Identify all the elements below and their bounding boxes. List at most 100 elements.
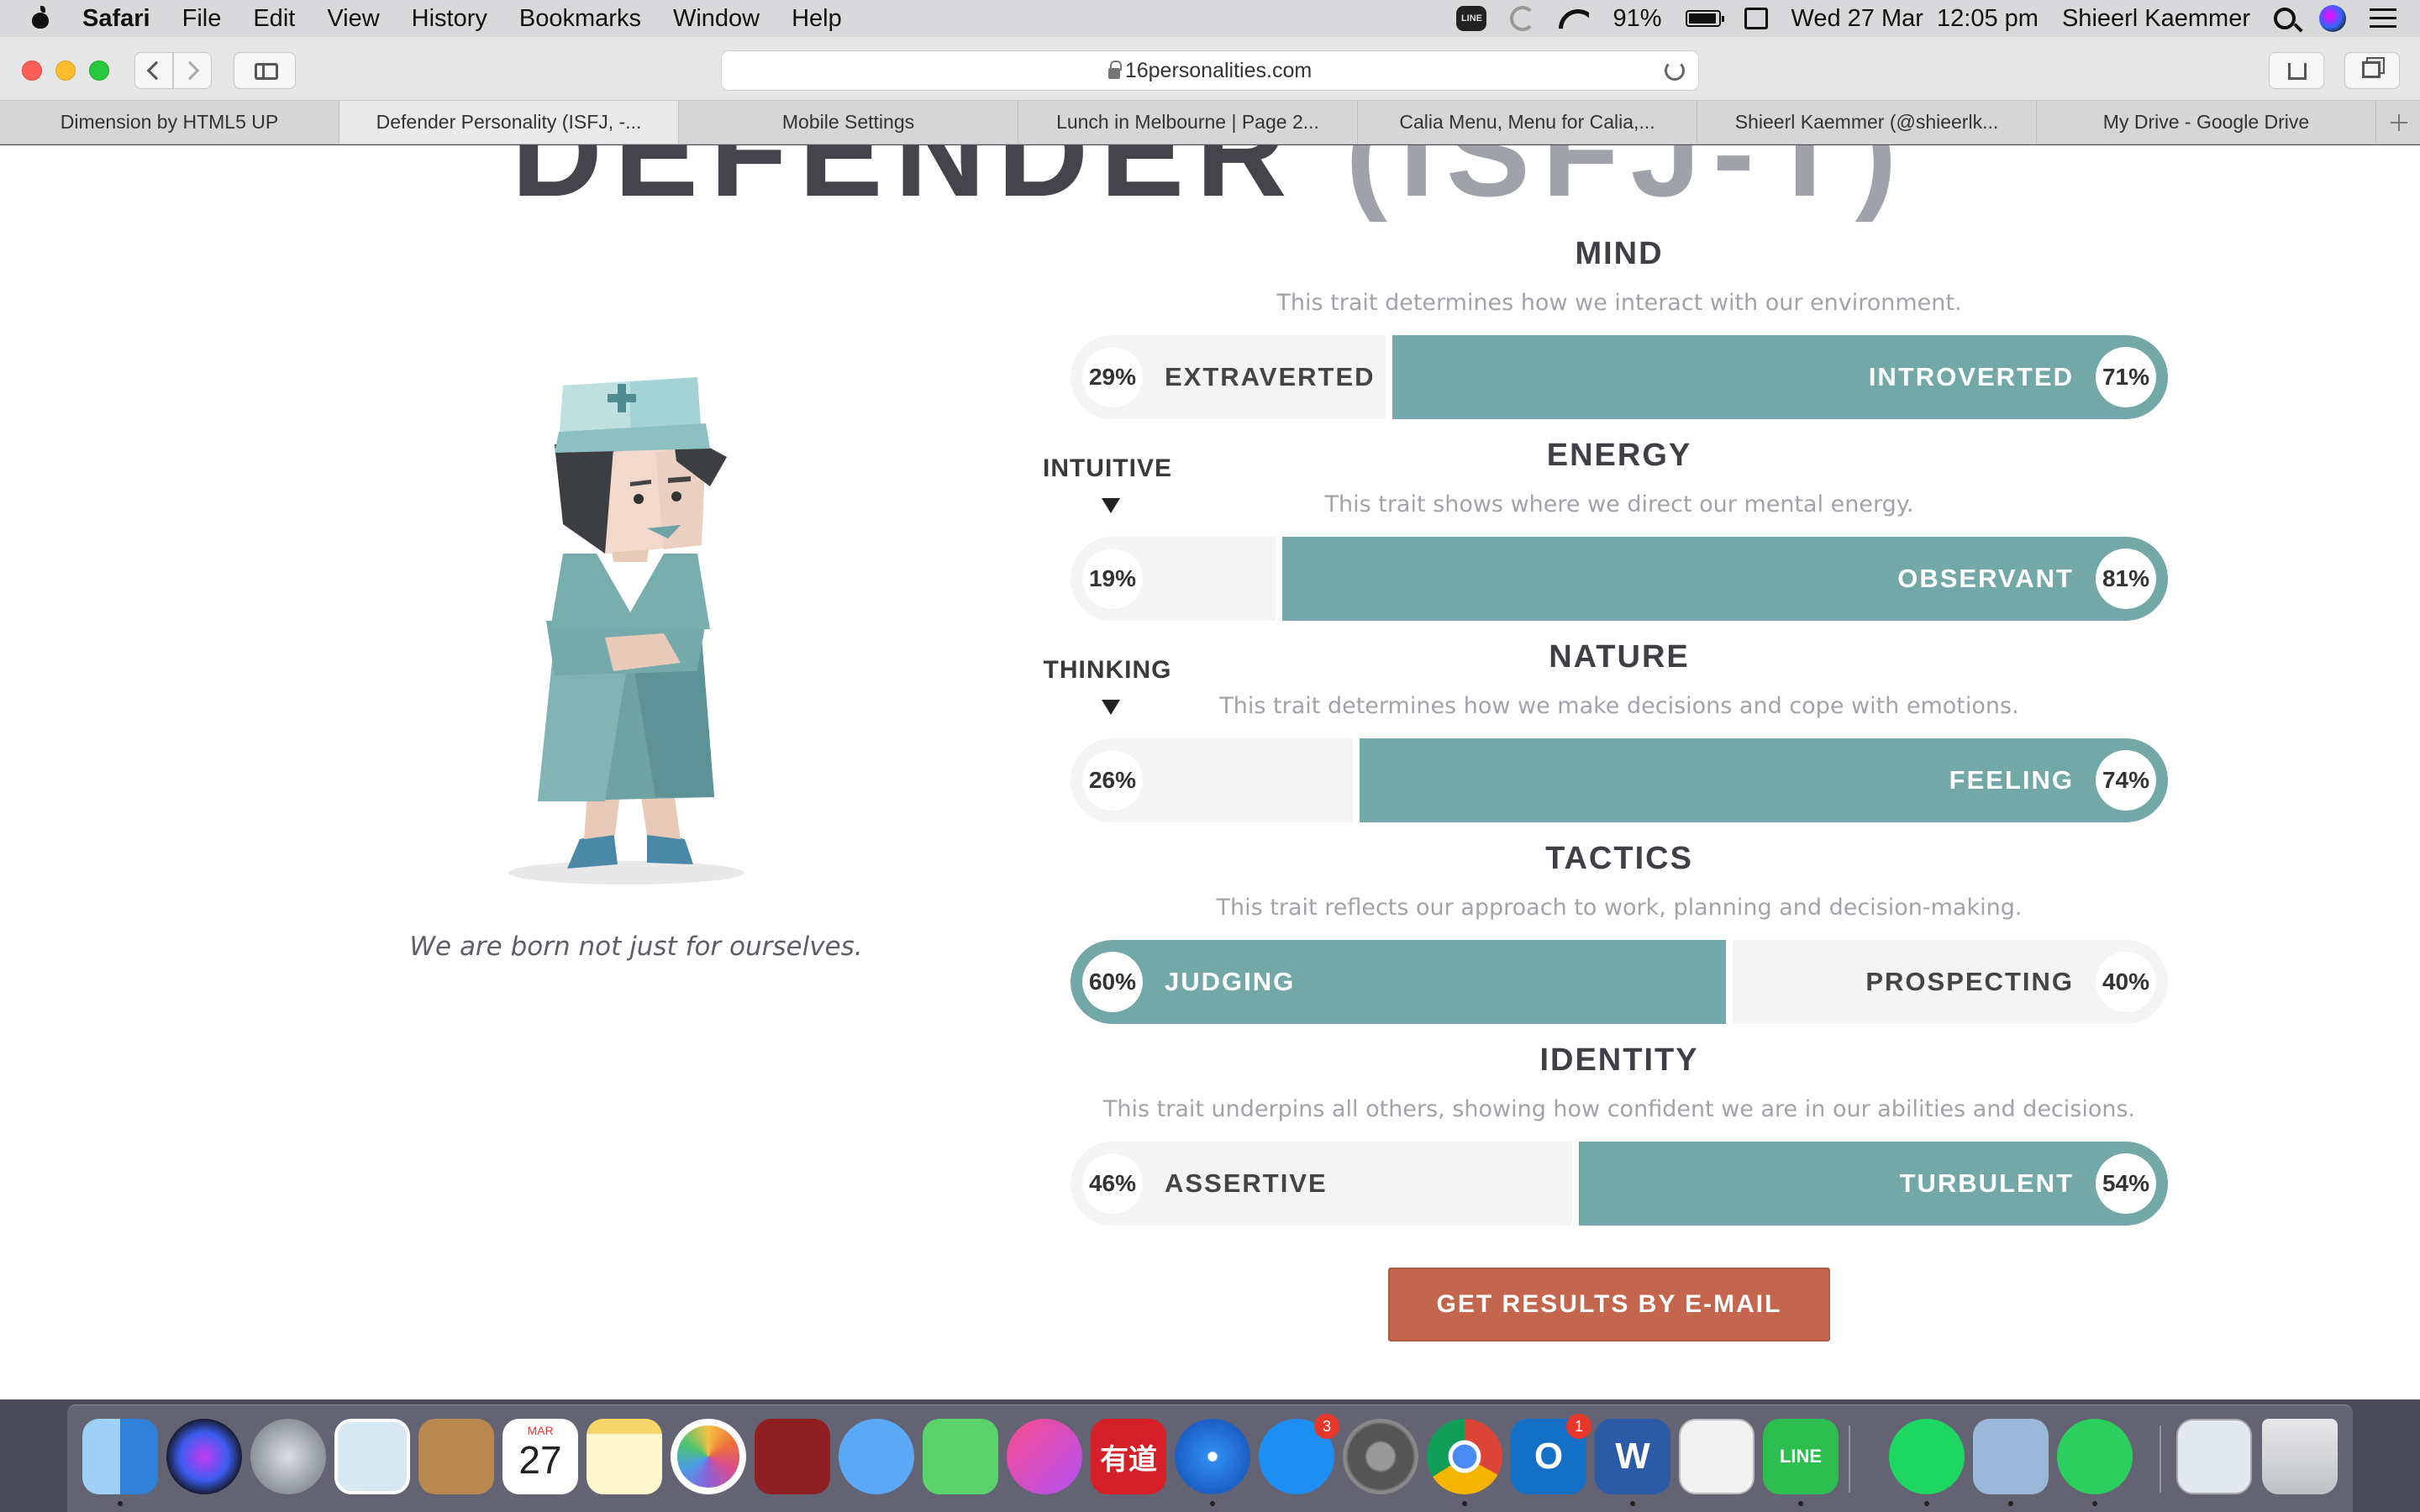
tab-shieerl-kaemmer[interactable]: Shieerl Kaemmer (@shieerlk... [1697,101,2037,144]
window-close-button[interactable] [22,60,42,81]
personality-name: DEFENDER [511,145,1299,223]
running-indicator [118,1501,123,1506]
back-button[interactable] [134,52,173,89]
forward-button[interactable] [173,52,212,89]
dock: MAR 27 有道 3 O 1 W LINE [67,1404,2353,1512]
trait-bar[interactable]: 46% ASSERTIVE TURBULENT 54% [1071,1142,2168,1226]
line-label: LINE [1779,1446,1823,1467]
siri-icon[interactable] [2319,5,2346,32]
lock-icon [1107,60,1122,79]
line-status-icon[interactable]: LINE [1456,6,1487,31]
word-letter: W [1615,1436,1650,1477]
app-store-icon[interactable]: 3 [1259,1414,1339,1494]
menu-view[interactable]: View [327,5,379,33]
tab-bar: Dimension by HTML5 UP Defender Personali… [0,101,2420,144]
photo-booth-icon[interactable] [755,1419,830,1494]
trait-bar[interactable]: 19% OBSERVANT 81% [1071,537,2168,621]
right-percent: 71% [2096,347,2156,407]
tab-mobile-settings[interactable]: Mobile Settings [679,101,1018,144]
apple-menu-icon[interactable] [32,6,49,29]
right-percent: 74% [2096,750,2156,811]
left-percent: 26% [1082,750,1143,811]
tab-lunch-melbourne[interactable]: Lunch in Melbourne | Page 2... [1018,101,1358,144]
reload-icon[interactable] [1665,60,1685,81]
menu-edit[interactable]: Edit [253,5,295,33]
show-tabs-button[interactable] [2344,52,2400,89]
dock-separator [2160,1425,2161,1493]
web-page: DEFENDER (ISFJ-T) We are born not just f… [0,145,2420,1399]
battery-icon[interactable] [1685,10,1724,27]
calendar-status-icon[interactable] [1744,8,1768,29]
menu-history[interactable]: History [412,5,487,33]
trait-description: This trait shows where we direct our men… [1324,491,1914,517]
messages-icon[interactable] [839,1419,914,1494]
url-text: 16personalities.com [1124,58,1313,82]
trait-bar[interactable]: 26% FEELING 74% [1071,738,2168,822]
new-tab-button[interactable] [2376,101,2420,144]
right-percent: 40% [2096,952,2156,1012]
itunes-icon[interactable] [1007,1419,1082,1494]
battery-percent[interactable]: 91% [1612,5,1661,33]
address-bar[interactable]: 16personalities.com [721,50,1699,91]
tab-calia-menu[interactable]: Calia Menu, Menu for Calia,... [1358,101,1697,144]
spotify-icon[interactable] [1889,1419,1965,1494]
trait-bar[interactable]: 29% EXTRAVERTED INTROVERTED 71% [1071,335,2168,419]
line-icon[interactable]: LINE [1763,1419,1839,1494]
share-button[interactable] [2269,52,2324,89]
calendar-icon[interactable]: MAR 27 [502,1419,578,1494]
menu-window[interactable]: Window [673,5,760,33]
chevron-left-icon [146,60,166,81]
menu-help[interactable]: Help [792,5,842,33]
window-maximize-button[interactable] [89,60,109,81]
safari-icon[interactable] [1175,1419,1250,1494]
facetime-icon[interactable] [923,1419,998,1494]
trait-title: TACTICS [1545,841,1693,876]
right-percent: 54% [2096,1153,2156,1214]
sidebar-toggle-button[interactable] [234,52,296,89]
youdao-icon[interactable]: 有道 [1091,1419,1166,1494]
bar-divider [1726,940,1733,1024]
bar-divider [1572,1142,1579,1226]
notes-icon[interactable] [587,1419,662,1494]
chrome-icon[interactable] [1427,1419,1502,1494]
menu-app-safari[interactable]: Safari [82,5,150,33]
window-minimize-button[interactable] [55,60,76,81]
word-icon[interactable]: W [1595,1419,1670,1494]
share-icon [2288,63,2307,80]
launchpad-icon[interactable] [250,1419,326,1494]
photos-icon[interactable] [671,1419,746,1494]
menu-file[interactable]: File [182,5,222,33]
bar-divider [1276,537,1282,621]
right-label: PROSPECTING [1865,967,2074,996]
siri-icon[interactable] [166,1419,242,1494]
trait-description: This trait underpins all others, showing… [1102,1096,2136,1122]
menu-user[interactable]: Shieerl Kaemmer [2062,5,2250,33]
trait-bar[interactable]: 60% JUDGING PROSPECTING 40% [1071,940,2168,1024]
tab-defender-personality[interactable]: Defender Personality (ISFJ, -... [339,101,679,144]
outlook-icon[interactable]: O 1 [1511,1414,1591,1494]
tab-google-drive[interactable]: My Drive - Google Drive [2037,101,2376,144]
trait-title: ENERGY [1546,438,1692,473]
get-results-email-button[interactable]: GET RESULTS BY E-MAIL [1388,1268,1830,1341]
browser-toolbar: 16personalities.com [0,37,2420,101]
notification-center-icon[interactable] [2370,8,2396,29]
menu-bookmarks[interactable]: Bookmarks [519,5,641,33]
trash-icon[interactable] [2262,1419,2338,1494]
menu-clock[interactable]: Wed 27 Mar 12:05 pm [1791,5,2039,33]
finder-icon[interactable] [82,1419,158,1494]
status-area: LINE 91% Wed 27 Mar 12:05 pm Shieerl Kae… [1456,0,2420,37]
image-capture-icon[interactable] [1973,1419,2049,1494]
preview-icon[interactable] [334,1419,410,1494]
whatsapp-icon[interactable] [2057,1419,2133,1494]
system-preferences-icon[interactable] [1343,1419,1418,1494]
sync-status-icon[interactable] [1510,6,1536,31]
left-percent: 60% [1082,952,1143,1012]
documents-stack-icon[interactable] [2176,1419,2252,1494]
right-percent: 81% [2096,549,2156,609]
sidebar-icon [255,63,278,80]
spotlight-search-icon[interactable] [2274,8,2296,29]
tab-dimension[interactable]: Dimension by HTML5 UP [0,101,339,144]
textedit-icon[interactable] [1679,1419,1754,1494]
wifi-icon[interactable] [1559,8,1589,29]
contacts-icon[interactable] [418,1419,494,1494]
